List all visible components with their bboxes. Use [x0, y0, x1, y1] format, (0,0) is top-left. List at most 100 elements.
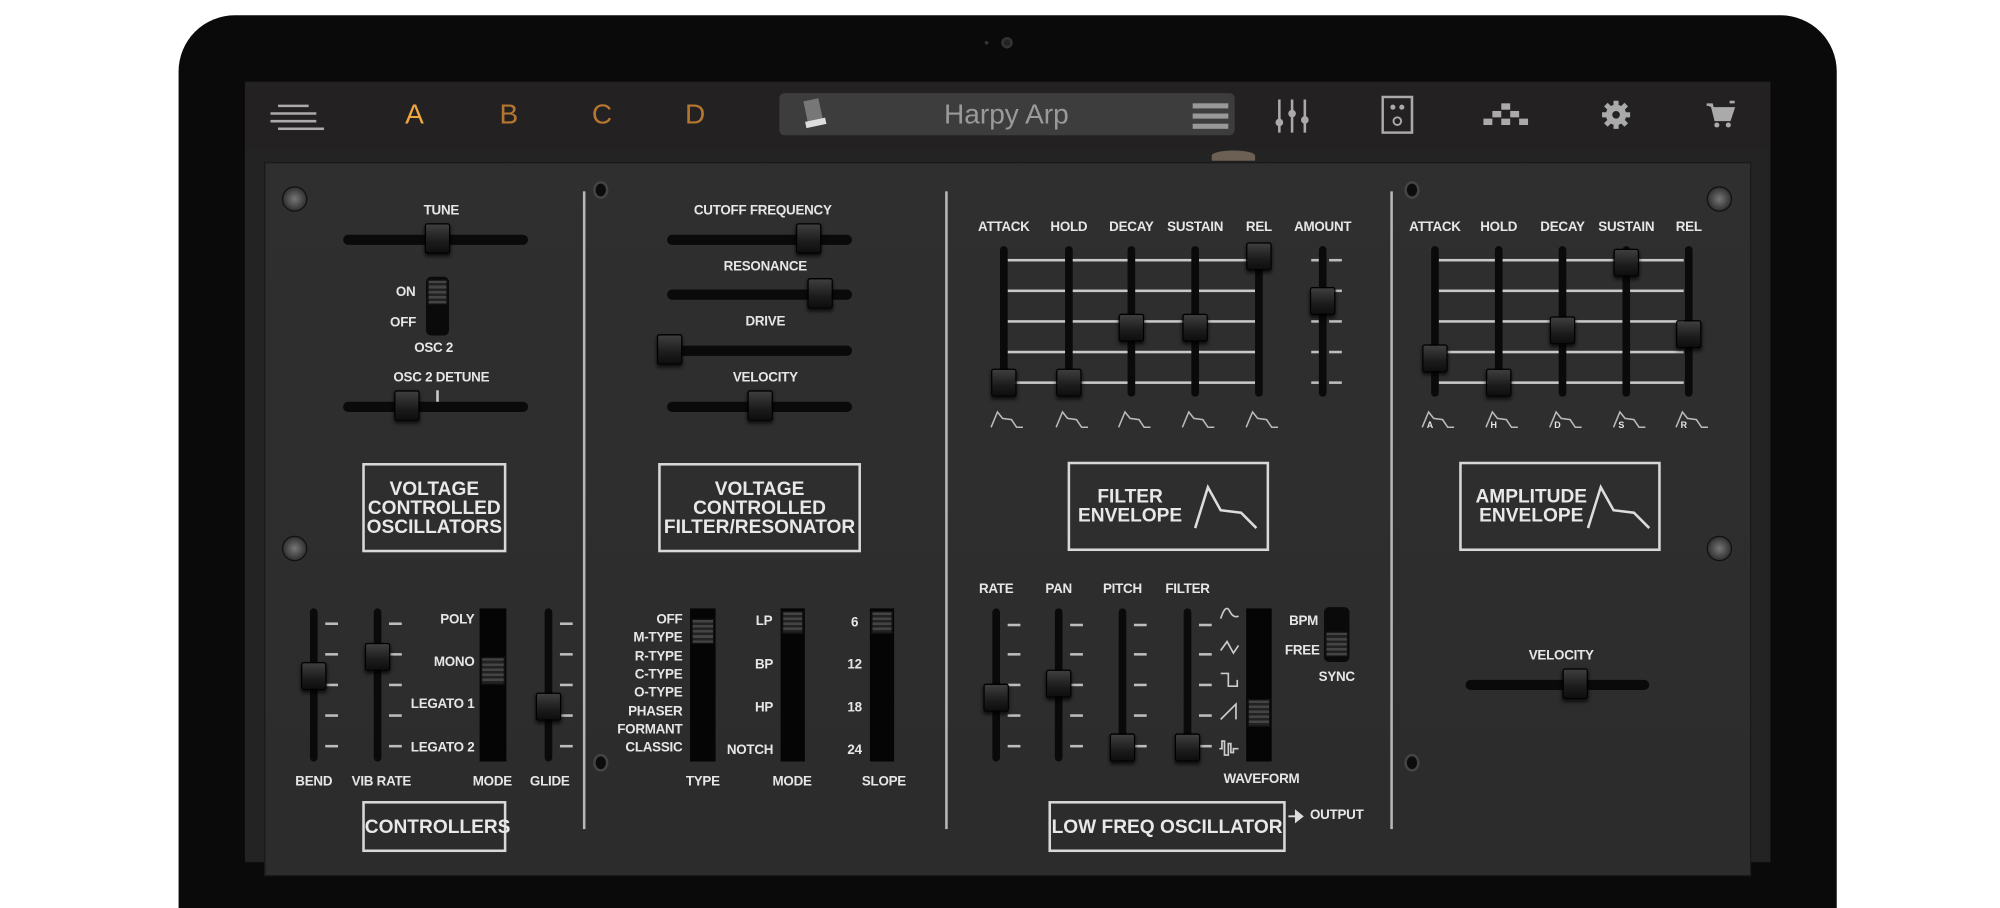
- vib-rate-slider-track[interactable]: [373, 608, 382, 762]
- lfo-pan-slider-handle[interactable]: [1045, 669, 1072, 698]
- bend-slider-tick: [325, 622, 339, 625]
- filter-mode-selector-handle[interactable]: [781, 610, 804, 634]
- envelope-stage-marker: H: [1490, 421, 1497, 431]
- vib-rate-slider-handle[interactable]: [364, 642, 391, 671]
- bend-slider-handle[interactable]: [301, 662, 327, 691]
- lfo-filter-slider-tick: [1198, 714, 1212, 717]
- amp-velocity-slider-track[interactable]: [1465, 679, 1650, 691]
- filter-type-selector-handle[interactable]: [691, 618, 715, 645]
- vib-rate-slider-tick: [389, 683, 402, 687]
- filter-env-decay-slider-handle[interactable]: [1118, 314, 1145, 343]
- amp-velocity-slider-handle[interactable]: [1562, 668, 1588, 699]
- box-title-line: VOLTAGE: [389, 477, 480, 500]
- lfo-waveform-selector-handle[interactable]: [1247, 699, 1271, 728]
- sequencer-icon[interactable]: [1482, 102, 1530, 128]
- slot-tab-b[interactable]: B: [500, 98, 519, 131]
- amount-tick: [1311, 350, 1319, 354]
- slot-tab-d[interactable]: D: [685, 98, 705, 131]
- cutoff-slider-handle[interactable]: [796, 223, 822, 254]
- filter-env-amount-slider-handle[interactable]: [1309, 286, 1336, 315]
- slot-tab-c[interactable]: C: [592, 98, 612, 131]
- filter-slope-selector-handle[interactable]: [871, 610, 893, 634]
- envelope-shape-icon: [1193, 482, 1259, 530]
- drive-slider-track[interactable]: [656, 345, 853, 356]
- box-title-line: CONTROLLED: [367, 496, 501, 519]
- filter-mode-option: BP: [754, 656, 774, 673]
- glide-slider-track[interactable]: [544, 608, 553, 762]
- filter-type-option: M-TYPE: [633, 630, 683, 646]
- filter-env-hold-slider-handle[interactable]: [1056, 368, 1082, 397]
- filter-env-sustain-slider-handle[interactable]: [1182, 314, 1208, 343]
- amp-env-attack-slider-handle[interactable]: [1422, 344, 1448, 373]
- mode-option: POLY: [440, 612, 475, 628]
- amp-env-label: DECAY: [1540, 219, 1585, 235]
- lfo-pan-slider-tick: [1070, 714, 1083, 717]
- sync-switch-handle[interactable]: [1325, 631, 1349, 657]
- lfo-pan-slider-tick: [1070, 744, 1083, 748]
- lfo-pitch-slider-tick: [1133, 623, 1147, 627]
- waveform-sine-icon: [1218, 603, 1240, 623]
- amp-env-hold-slider-handle[interactable]: [1485, 368, 1512, 397]
- box-title-line: FILTER/RESONATOR: [663, 515, 856, 538]
- jack-hole: [1404, 181, 1420, 199]
- amount-tick: [1329, 320, 1342, 323]
- mixer-icon[interactable]: [1273, 97, 1314, 135]
- osc2-label: OSC 2: [414, 340, 454, 356]
- filter-env-attack-slider-handle[interactable]: [991, 368, 1017, 397]
- screw-icon: [281, 186, 308, 212]
- resonance-slider-handle[interactable]: [807, 278, 833, 309]
- osc2-detune-slider-handle[interactable]: [394, 390, 420, 421]
- output-label: OUTPUT: [1309, 807, 1364, 823]
- type-label: TYPE: [685, 774, 720, 790]
- filter-env-label: DECAY: [1109, 219, 1154, 235]
- tune-slider-handle[interactable]: [424, 223, 450, 254]
- filter-type-option: CLASSIC: [625, 739, 683, 756]
- filter-env-label: ATTACK: [978, 219, 1030, 235]
- device-mockup: A B C D Harpy Arp TUNE ON OFF OSC 2 OSC 2 DETUNE V…: [0, 0, 2000, 908]
- lfo-filter-slider-handle[interactable]: [1174, 733, 1201, 762]
- slot-tab-a[interactable]: A: [405, 98, 424, 131]
- filter-env-rel-slider-handle[interactable]: [1246, 242, 1272, 271]
- lfo-pitch-slider-handle[interactable]: [1109, 733, 1136, 762]
- envelope-stage-marker: R: [1680, 421, 1687, 431]
- tune-label: TUNE: [423, 202, 460, 219]
- mode-option: MONO: [433, 654, 475, 670]
- amp-env-rel-slider-handle[interactable]: [1676, 320, 1702, 349]
- lfo-waveform-selector[interactable]: [1246, 608, 1272, 762]
- cart-icon[interactable]: [1705, 99, 1736, 130]
- panel-wear-mark: [1211, 150, 1256, 161]
- preset-name[interactable]: Harpy Arp: [944, 98, 1069, 131]
- amp-env-attack-slider-track[interactable]: [1431, 246, 1439, 397]
- speaker-icon[interactable]: [1381, 95, 1414, 134]
- controller-mode-selector-handle[interactable]: [480, 656, 506, 685]
- glide-slider-tick: [559, 683, 573, 687]
- bend-slider-tick: [325, 653, 339, 656]
- lfo-pitch-slider-tick: [1133, 744, 1147, 748]
- filter-velocity-slider-handle[interactable]: [746, 390, 773, 421]
- osc2-switch-handle[interactable]: [427, 279, 448, 305]
- filter-slope-option: 12: [847, 656, 862, 673]
- osc2-off-label: OFF: [390, 315, 417, 331]
- filter-env-amount-slider-track[interactable]: [1318, 246, 1327, 397]
- vib-rate-slider-tick: [389, 622, 402, 625]
- lfo-pan-slider-tick: [1070, 683, 1083, 687]
- mode-option: LEGATO 2: [410, 739, 475, 756]
- cutoff-slider-track[interactable]: [667, 234, 853, 245]
- list-icon[interactable]: [1192, 102, 1231, 130]
- box-title-line: AMPLITUDE: [1475, 485, 1588, 508]
- osc2-on-label: ON: [395, 284, 416, 300]
- sync-label: SYNC: [1318, 669, 1355, 685]
- lfo-rate-slider-handle[interactable]: [983, 683, 1009, 712]
- waveform-triangle-icon: [1218, 638, 1240, 658]
- envelope-stage-icon: [1420, 408, 1456, 429]
- gear-icon[interactable]: [1601, 99, 1632, 130]
- drive-slider-handle[interactable]: [656, 334, 683, 365]
- envelope-stage-icon: [989, 408, 1025, 429]
- hamburger-icon[interactable]: [270, 102, 326, 131]
- amp-env-sustain-slider-handle[interactable]: [1613, 248, 1640, 277]
- osc2-detune-slider-track[interactable]: [343, 401, 529, 412]
- amp-env-decay-slider-handle[interactable]: [1549, 316, 1576, 345]
- amp-env-label: ATTACK: [1409, 219, 1461, 235]
- envelope-stage-icon: [1547, 408, 1583, 429]
- glide-slider-handle[interactable]: [535, 692, 562, 722]
